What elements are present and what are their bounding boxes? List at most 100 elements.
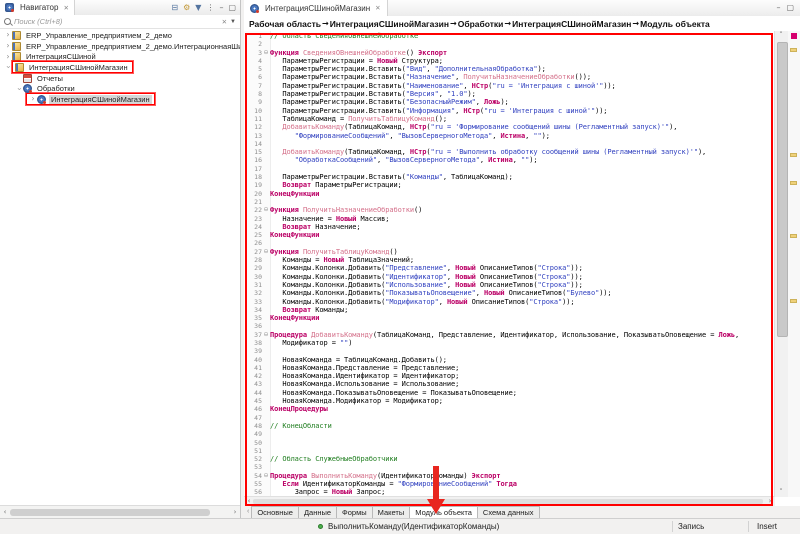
tree-item[interactable]: Отчеты: [0, 73, 240, 84]
code-line[interactable]: 8 ПараметрыРегистрации.Вставить("Версия"…: [244, 90, 775, 98]
code-line[interactable]: 2: [244, 40, 775, 48]
collapse-all-icon[interactable]: ⊟: [171, 4, 178, 12]
code-line[interactable]: 22⊖Функция ПолучитьНазначениеОбработки(): [244, 206, 775, 214]
tree-expander-icon[interactable]: ›: [29, 95, 37, 103]
breadcrumb-segment[interactable]: Рабочая область: [249, 19, 321, 29]
navigator-view-tab[interactable]: Навигатор ✕: [0, 0, 75, 15]
code-line[interactable]: 33 Команды.Колонки.Добавить("Модификатор…: [244, 298, 775, 306]
fold-collapse-icon[interactable]: ⊖: [262, 49, 270, 57]
code-line[interactable]: 18 ПараметрыРегистрации.Вставить("Команд…: [244, 173, 775, 181]
code-line[interactable]: 52// Область СлужебныеОбработчики: [244, 455, 775, 463]
code-line[interactable]: 4 ПараметрыРегистрации = Новый Структура…: [244, 57, 775, 65]
code-line[interactable]: 45 НоваяКоманда.Модификатор = Модификато…: [244, 397, 775, 405]
code-line[interactable]: 42 НоваяКоманда.Идентификатор = Идентифи…: [244, 372, 775, 380]
annotation-summary-icon[interactable]: [791, 33, 797, 39]
code-line[interactable]: 37⊖Процедура ДобавитьКоманду(ТаблицаКома…: [244, 331, 775, 339]
code-line[interactable]: 53: [244, 463, 775, 471]
tree-expander-icon[interactable]: ›: [4, 63, 12, 71]
editor-vscrollbar[interactable]: ˄ ˅: [774, 31, 788, 497]
breadcrumb-segment[interactable]: ИнтеграцияСШинойМагазин: [512, 19, 631, 29]
code-line[interactable]: 5 ПараметрыРегистрации.Вставить("Вид", "…: [244, 65, 775, 73]
code-line[interactable]: 20КонецФункции: [244, 190, 775, 198]
code-line[interactable]: 23 Назначение = Новый Массив;: [244, 215, 775, 223]
code-line[interactable]: 46КонецПроцедуры: [244, 405, 775, 413]
navigator-hscrollbar[interactable]: ‹ ›: [0, 505, 240, 519]
breadcrumb-segment[interactable]: ИнтеграцияСШинойМагазин: [330, 19, 449, 29]
code-line[interactable]: 48// КонецОбласти: [244, 422, 775, 430]
scroll-down-icon[interactable]: ˅: [777, 488, 785, 497]
code-line[interactable]: 43 НоваяКоманда.Использование = Использо…: [244, 380, 775, 388]
search-clear-icon[interactable]: ✕: [222, 18, 227, 26]
code-line[interactable]: 14: [244, 140, 775, 148]
code-line[interactable]: 40 НоваяКоманда = ТаблицаКоманд.Добавить…: [244, 356, 775, 364]
code-line[interactable]: 1// Область СведенияОВнешнейОбработке: [244, 32, 775, 40]
filter-icon[interactable]: ▼: [195, 4, 201, 12]
editor-tab[interactable]: ИнтеграцияСШинойМагазин ✕: [244, 0, 388, 16]
tree-expander-icon[interactable]: ›: [15, 85, 23, 93]
code-line[interactable]: 27⊖Функция ПолучитьТаблицуКоманд(): [244, 248, 775, 256]
tree-expander-icon[interactable]: ›: [4, 42, 12, 50]
scroll-thumb[interactable]: [253, 499, 763, 504]
code-line[interactable]: 28 Команды = Новый ТаблицаЗначений;: [244, 256, 775, 264]
maximize-icon[interactable]: ▢: [786, 4, 794, 12]
code-line[interactable]: 39: [244, 347, 775, 355]
maximize-icon[interactable]: ▢: [228, 4, 236, 12]
code-line[interactable]: 51: [244, 447, 775, 455]
tree-item[interactable]: ›ERP_Управление_предприятием_2_демо.Инте…: [0, 41, 240, 52]
link-with-editor-icon[interactable]: ⚙: [183, 4, 190, 12]
fold-collapse-icon[interactable]: ⊖: [262, 472, 270, 480]
code-line[interactable]: 9 ПараметрыРегистрации.Вставить("Безопас…: [244, 98, 775, 106]
fold-collapse-icon[interactable]: ⊖: [262, 331, 270, 339]
navigator-search[interactable]: Поиск (Ctrl+8) ✕ ▼: [0, 15, 240, 29]
code-line[interactable]: 12 ДобавитьКоманду(ТаблицаКоманд, НСтр("…: [244, 123, 775, 131]
code-line[interactable]: 32 Команды.Колонки.Добавить("ПоказыватьО…: [244, 289, 775, 297]
code-line[interactable]: 54⊖Процедура ВыполнитьКоманду(Идентифика…: [244, 472, 775, 480]
code-line[interactable]: 24 Возврат Назначение;: [244, 223, 775, 231]
code-lines[interactable]: 1// Область СведенияОВнешнейОбработке23⊖…: [244, 32, 775, 497]
code-line[interactable]: 55 Если ИдентификаторКоманды = "Формиров…: [244, 480, 775, 488]
code-line[interactable]: 15 ДобавитьКоманду(ТаблицаКоманд, НСтр("…: [244, 148, 775, 156]
code-line[interactable]: 29 Команды.Колонки.Добавить("Представлен…: [244, 264, 775, 272]
warning-marker[interactable]: [790, 153, 797, 157]
scroll-thumb[interactable]: [10, 509, 210, 516]
code-line[interactable]: 13 "ФормированиеСообщений", "ВызовСервер…: [244, 132, 775, 140]
code-line[interactable]: 19 Возврат ПараметрыРегистрации;: [244, 181, 775, 189]
fold-collapse-icon[interactable]: ⊖: [262, 248, 270, 256]
warning-marker[interactable]: [790, 181, 797, 185]
warning-marker[interactable]: [790, 48, 797, 52]
code-line[interactable]: 49: [244, 430, 775, 438]
tree-item[interactable]: ›ИнтеграцияСШинойМагазин: [0, 62, 240, 73]
code-line[interactable]: 35КонецФункции: [244, 314, 775, 322]
fold-collapse-icon[interactable]: ⊖: [262, 206, 270, 214]
tree-item[interactable]: ›ERP_Управление_предприятием_2_демо: [0, 30, 240, 41]
close-icon[interactable]: ✕: [375, 4, 380, 12]
code-line[interactable]: 38 Модификатор = ""): [244, 339, 775, 347]
overview-ruler[interactable]: [788, 31, 800, 497]
code-line[interactable]: 41 НоваяКоманда.Представление = Представ…: [244, 364, 775, 372]
tree-expander-icon[interactable]: ›: [4, 53, 12, 61]
code-line[interactable]: 16 "ОбработкаСообщений", "ВызовСерверног…: [244, 156, 775, 164]
code-line[interactable]: 36: [244, 322, 775, 330]
warning-marker[interactable]: [790, 299, 797, 303]
code-line[interactable]: 47: [244, 414, 775, 422]
breadcrumb-segment[interactable]: Обработки: [458, 19, 504, 29]
scroll-thumb[interactable]: [777, 42, 788, 337]
code-editor[interactable]: 1// Область СведенияОВнешнейОбработке23⊖…: [244, 31, 800, 506]
editor-hscrollbar[interactable]: ‹ ›: [244, 496, 775, 506]
minimize-icon[interactable]: –: [776, 4, 780, 12]
view-menu-icon[interactable]: ⋮: [206, 4, 214, 12]
close-icon[interactable]: ✕: [63, 4, 68, 12]
scroll-right-icon[interactable]: ›: [231, 508, 239, 517]
warning-marker[interactable]: [790, 234, 797, 238]
minimize-icon[interactable]: –: [219, 4, 223, 12]
code-line[interactable]: 26: [244, 239, 775, 247]
code-line[interactable]: 50: [244, 439, 775, 447]
code-line[interactable]: 25КонецФункции: [244, 231, 775, 239]
scroll-left-icon[interactable]: ‹: [245, 497, 253, 506]
breadcrumb-segment[interactable]: Модуль объекта: [640, 19, 710, 29]
code-line[interactable]: 10 ПараметрыРегистрации.Вставить("Информ…: [244, 107, 775, 115]
tree-expander-icon[interactable]: ›: [4, 31, 12, 39]
code-line[interactable]: 21: [244, 198, 775, 206]
code-line[interactable]: 11 ТаблицаКоманд = ПолучитьТаблицуКоманд…: [244, 115, 775, 123]
code-line[interactable]: 6 ПараметрыРегистрации.Вставить("Назначе…: [244, 73, 775, 81]
